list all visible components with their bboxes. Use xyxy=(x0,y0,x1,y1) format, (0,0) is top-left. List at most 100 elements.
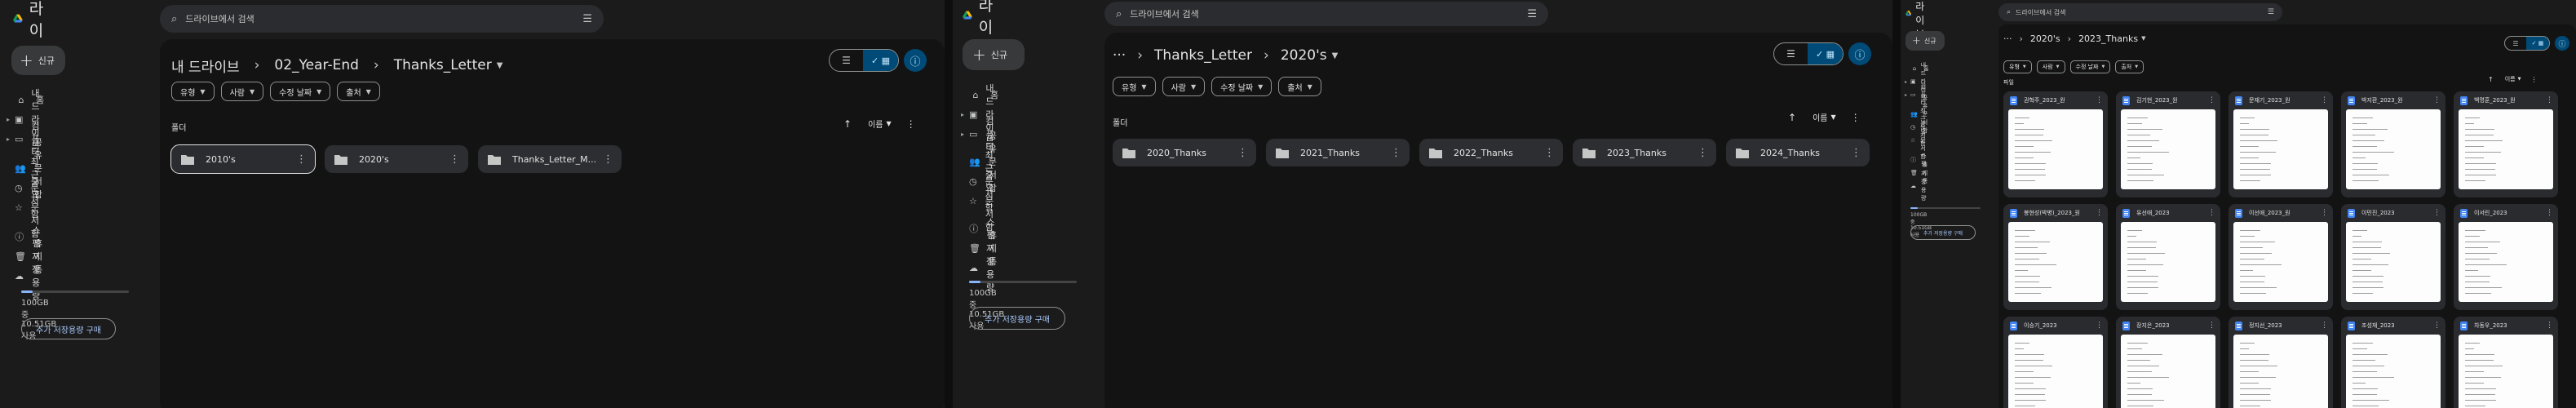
filter-chip-source[interactable]: 출처 ▼ xyxy=(2115,60,2144,73)
sort-direction-icon[interactable]: ↑ xyxy=(1788,112,1796,123)
expand-caret-icon[interactable]: ▸ xyxy=(1905,79,1907,85)
sort-label[interactable]: 이름 xyxy=(2505,75,2516,83)
expand-caret-icon[interactable]: ▸ xyxy=(961,111,964,118)
app-logo[interactable]: 드라이브 xyxy=(963,0,1004,59)
chevron-down-icon[interactable]: ▼ xyxy=(2518,77,2521,82)
filter-chip-type[interactable]: 유형 ▼ xyxy=(171,82,215,101)
info-icon[interactable]: ⓘ xyxy=(1848,42,1871,65)
search-bar[interactable]: ⌕ 드라이브에서 검색 ☰ xyxy=(160,5,604,33)
file-card[interactable]: 이민진_2023 ⋮ xyxy=(2341,204,2445,310)
grid-view-icon[interactable]: ✓ ▦ xyxy=(863,50,898,71)
sidebar-item-starred[interactable]: ☆ 중요 문서함 xyxy=(1910,121,1928,160)
more-options-icon[interactable]: ⋮ xyxy=(2096,322,2103,330)
grid-view-icon[interactable]: ✓ ▦ xyxy=(2526,37,2549,50)
more-options-icon[interactable]: ⋮ xyxy=(1237,147,1248,159)
file-card[interactable]: 권혁주_2023_원 ⋮ xyxy=(2003,91,2108,197)
folder-item[interactable]: Thanks_Letter_M... ⋮ xyxy=(478,145,622,173)
list-view-icon[interactable]: ☰ xyxy=(2505,37,2526,50)
file-card[interactable]: 이선애_2023_원 ⋮ xyxy=(2229,204,2333,310)
filter-chip-modified[interactable]: 수정 날짜 ▼ xyxy=(270,82,331,101)
filter-chip-people[interactable]: 사람 ▼ xyxy=(2036,60,2065,73)
breadcrumb-item[interactable]: 02_Year-End xyxy=(274,57,358,73)
breadcrumb-current[interactable]: 2023_Thanks xyxy=(2078,33,2138,44)
chevron-down-icon[interactable]: ▼ xyxy=(886,120,891,127)
more-options-icon[interactable]: ⋮ xyxy=(906,118,916,130)
list-view-icon[interactable]: ☰ xyxy=(830,50,863,71)
filter-chip-people[interactable]: 사람 ▼ xyxy=(1162,77,1206,96)
file-card[interactable]: 장지은_2023 ⋮ xyxy=(2116,317,2220,408)
sort-label[interactable]: 이름 xyxy=(1812,111,1827,123)
more-options-icon[interactable]: ⋮ xyxy=(2096,209,2103,217)
more-options-icon[interactable]: ⋮ xyxy=(2321,96,2328,104)
new-button[interactable]: + 신규 xyxy=(11,46,65,75)
chevron-down-icon[interactable]: ▼ xyxy=(1830,113,1835,121)
more-options-icon[interactable]: ⋮ xyxy=(449,153,460,166)
breadcrumb-overflow[interactable]: ··· xyxy=(2003,33,2012,44)
breadcrumb-item[interactable]: 2020's xyxy=(2030,33,2060,44)
filter-options-icon[interactable]: ☰ xyxy=(1527,8,1537,20)
filter-options-icon[interactable]: ☰ xyxy=(582,13,592,25)
file-card[interactable]: 김기현_2023_원 ⋮ xyxy=(2116,91,2220,197)
more-options-icon[interactable]: ⋮ xyxy=(1544,147,1555,159)
filter-chip-source[interactable]: 출처 ▼ xyxy=(337,82,380,101)
folder-item[interactable]: 2021_Thanks ⋮ xyxy=(1266,139,1410,166)
filter-chip-modified[interactable]: 수정 날짜 ▼ xyxy=(2069,60,2111,73)
breadcrumb-item[interactable]: 내 드라이브 xyxy=(171,55,240,76)
chevron-down-icon[interactable]: ▼ xyxy=(2141,35,2145,42)
more-options-icon[interactable]: ⋮ xyxy=(2433,209,2441,217)
buy-storage-button[interactable]: 추가 저장용량 구매 xyxy=(1910,225,1976,240)
file-card[interactable]: 이승기_2023 ⋮ xyxy=(2003,317,2108,408)
sort-label[interactable]: 이름 xyxy=(868,118,883,130)
file-card[interactable]: 박지환_2023_원 ⋮ xyxy=(2341,91,2445,197)
app-logo[interactable]: 드라이브 xyxy=(1905,1,1932,40)
filter-chip-type[interactable]: 유형 ▼ xyxy=(2003,60,2032,73)
file-card[interactable]: 백명훈_2023_원 ⋮ xyxy=(2454,91,2558,197)
sidebar-item-starred[interactable]: ☆ 중요 문서함 xyxy=(15,176,44,239)
more-options-icon[interactable]: ⋮ xyxy=(2208,322,2215,330)
folder-item[interactable]: 2022_Thanks ⋮ xyxy=(1419,139,1563,166)
more-options-icon[interactable]: ⋮ xyxy=(296,153,307,166)
folder-item[interactable]: 2020_Thanks ⋮ xyxy=(1113,139,1256,166)
new-button[interactable]: + 신규 xyxy=(963,39,1025,70)
more-options-icon[interactable]: ⋮ xyxy=(1697,147,1708,159)
filter-chip-modified[interactable]: 수정 날짜 ▼ xyxy=(1211,77,1273,96)
more-options-icon[interactable]: ⋮ xyxy=(2208,96,2215,104)
more-options-icon[interactable]: ⋮ xyxy=(2321,322,2328,330)
filter-chip-people[interactable]: 사람 ▼ xyxy=(220,82,264,101)
sidebar-item-starred[interactable]: ☆ 중요 문서함 xyxy=(969,170,998,233)
file-card[interactable]: 차동우_2023 ⋮ xyxy=(2454,317,2558,408)
breadcrumb-current[interactable]: Thanks_Letter xyxy=(394,57,492,73)
sidebar-item-storage[interactable]: ☁ 저장용량 xyxy=(1910,171,1928,202)
more-options-icon[interactable]: ⋮ xyxy=(1851,147,1861,159)
more-options-icon[interactable]: ⋮ xyxy=(2546,96,2553,104)
file-card[interactable]: 이서린_2023 ⋮ xyxy=(2454,204,2558,310)
new-button[interactable]: + 신규 xyxy=(1905,31,1945,51)
expand-caret-icon[interactable]: ▸ xyxy=(1905,92,1907,98)
search-bar[interactable]: ⌕ 드라이브에서 검색 ☰ xyxy=(1998,3,2282,21)
info-icon[interactable]: ⓘ xyxy=(904,49,927,72)
filter-chip-source[interactable]: 출처 ▼ xyxy=(1278,77,1321,96)
breadcrumb-overflow[interactable]: ··· xyxy=(1113,47,1126,64)
sidebar-item-storage[interactable]: ☁ 저장용량 xyxy=(15,251,44,301)
more-options-icon[interactable]: ⋮ xyxy=(1391,147,1401,159)
search-bar[interactable]: ⌕ 드라이브에서 검색 ☰ xyxy=(1104,2,1548,26)
filter-chip-type[interactable]: 유형 ▼ xyxy=(1113,77,1156,96)
more-options-icon[interactable]: ⋮ xyxy=(2321,209,2328,217)
sidebar-item-storage[interactable]: ☁ 저장용량 xyxy=(969,243,998,293)
breadcrumb-item[interactable]: Thanks_Letter xyxy=(1154,47,1252,64)
chevron-down-icon[interactable]: ▼ xyxy=(1332,51,1339,60)
list-view-icon[interactable]: ☰ xyxy=(1774,43,1808,64)
more-options-icon[interactable]: ⋮ xyxy=(2096,96,2103,104)
file-card[interactable]: 정지선_2023 ⋮ xyxy=(2229,317,2333,408)
sort-direction-icon[interactable]: ↑ xyxy=(843,118,852,130)
buy-storage-button[interactable]: 추가 저장용량 구매 xyxy=(21,318,116,339)
folder-item[interactable]: 2010's ⋮ xyxy=(170,144,316,174)
file-card[interactable]: 문재기_2023_원 ⋮ xyxy=(2229,91,2333,197)
file-card[interactable]: 유선애_2023 ⋮ xyxy=(2116,204,2220,310)
buy-storage-button[interactable]: 추가 저장용량 구매 xyxy=(969,307,1065,330)
more-options-icon[interactable]: ⋮ xyxy=(2208,209,2215,217)
more-options-icon[interactable]: ⋮ xyxy=(2546,322,2553,330)
more-options-icon[interactable]: ⋮ xyxy=(603,153,613,166)
expand-caret-icon[interactable]: ▸ xyxy=(961,131,964,138)
more-options-icon[interactable]: ⋮ xyxy=(1851,112,1861,123)
